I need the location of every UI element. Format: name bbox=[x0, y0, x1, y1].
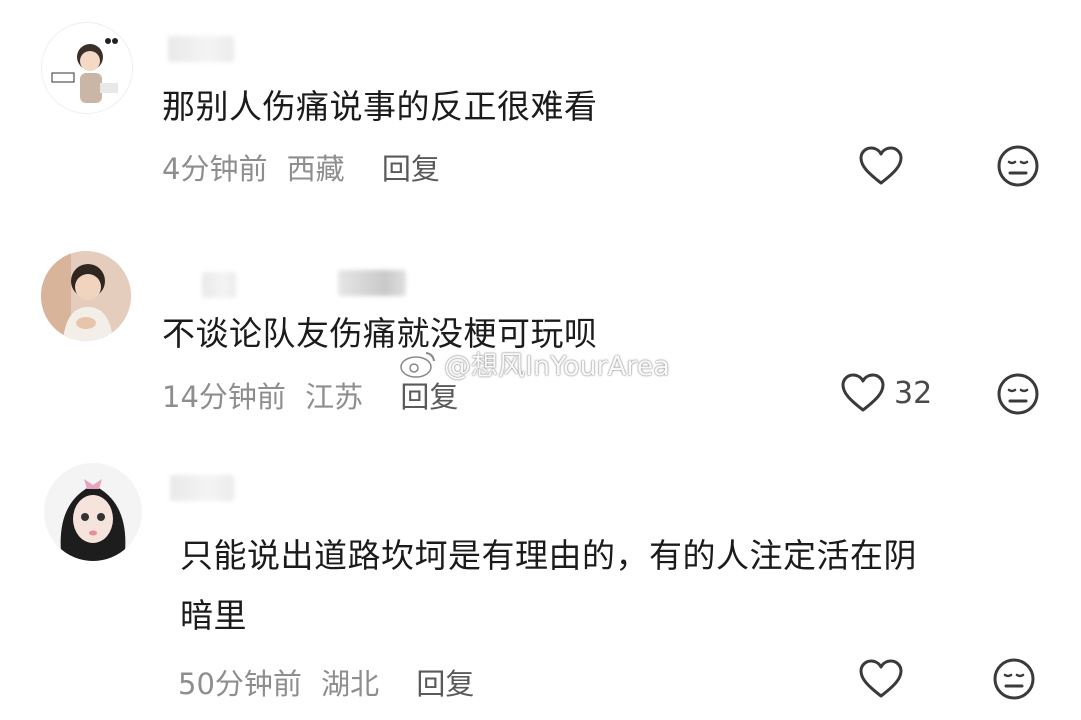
dislike-button[interactable] bbox=[996, 144, 1040, 192]
watermark-text: @想风InYourArea bbox=[444, 351, 670, 382]
comment-text-line1: 只能说出道路坎坷是有理由的，有的人注定活在阴 bbox=[180, 536, 917, 575]
comment-location: 西藏 bbox=[286, 152, 345, 186]
comment-time: 14分钟前 bbox=[162, 380, 286, 414]
heart-outline-icon bbox=[841, 373, 885, 412]
like-button[interactable] bbox=[858, 145, 912, 187]
comment-time: 50分钟前 bbox=[178, 667, 302, 701]
comment-text-line2: 暗里 bbox=[180, 596, 247, 635]
heart-outline-icon bbox=[859, 659, 903, 698]
comment-location: 江苏 bbox=[305, 380, 364, 414]
like-button[interactable] bbox=[858, 658, 912, 700]
reply-button[interactable]: 回复 bbox=[416, 667, 474, 701]
neutral-face-icon bbox=[997, 145, 1039, 187]
comment-item-2: 不谈论队友伤痛就没梗可玩呗 14分钟前 江苏 回复 32 bbox=[0, 230, 1081, 450]
comment-meta: 50分钟前 湖北 回复 bbox=[178, 661, 484, 703]
username-blurred[interactable] bbox=[202, 272, 236, 298]
comment-item-3: 只能说出道路坎坷是有理由的，有的人注定活在阴 暗里 50分钟前 湖北 回复 bbox=[0, 455, 1081, 720]
neutral-face-icon bbox=[993, 658, 1035, 700]
comment-item-1: 那别人伤痛说事的反正很难看 4分钟前 西藏 回复 bbox=[0, 0, 1081, 220]
comment-location: 湖北 bbox=[321, 667, 380, 701]
username-blurred[interactable] bbox=[168, 36, 234, 62]
comment-time: 4分钟前 bbox=[162, 152, 268, 186]
comment-text: 那别人伤痛说事的反正很难看 bbox=[162, 87, 598, 126]
reply-button[interactable]: 回复 bbox=[382, 152, 440, 186]
avatar[interactable] bbox=[41, 251, 131, 341]
avatar[interactable] bbox=[44, 463, 142, 561]
avatar[interactable] bbox=[41, 22, 133, 114]
dislike-button[interactable] bbox=[992, 657, 1036, 705]
avatar-image bbox=[51, 38, 118, 103]
like-count: 32 bbox=[894, 375, 933, 411]
comment-meta: 4分钟前 西藏 回复 bbox=[162, 146, 450, 188]
watermark: @想风InYourArea bbox=[398, 344, 670, 383]
avatar-image bbox=[41, 251, 131, 341]
neutral-face-icon bbox=[997, 373, 1039, 415]
avatar-image bbox=[44, 463, 142, 561]
like-button[interactable]: 32 bbox=[840, 372, 932, 414]
weibo-logo-icon bbox=[400, 351, 435, 378]
dislike-button[interactable] bbox=[996, 372, 1040, 420]
heart-outline-icon bbox=[859, 146, 903, 185]
username-blurred-2[interactable] bbox=[338, 270, 406, 296]
username-blurred[interactable] bbox=[170, 475, 234, 501]
reply-button[interactable]: 回复 bbox=[400, 380, 458, 414]
